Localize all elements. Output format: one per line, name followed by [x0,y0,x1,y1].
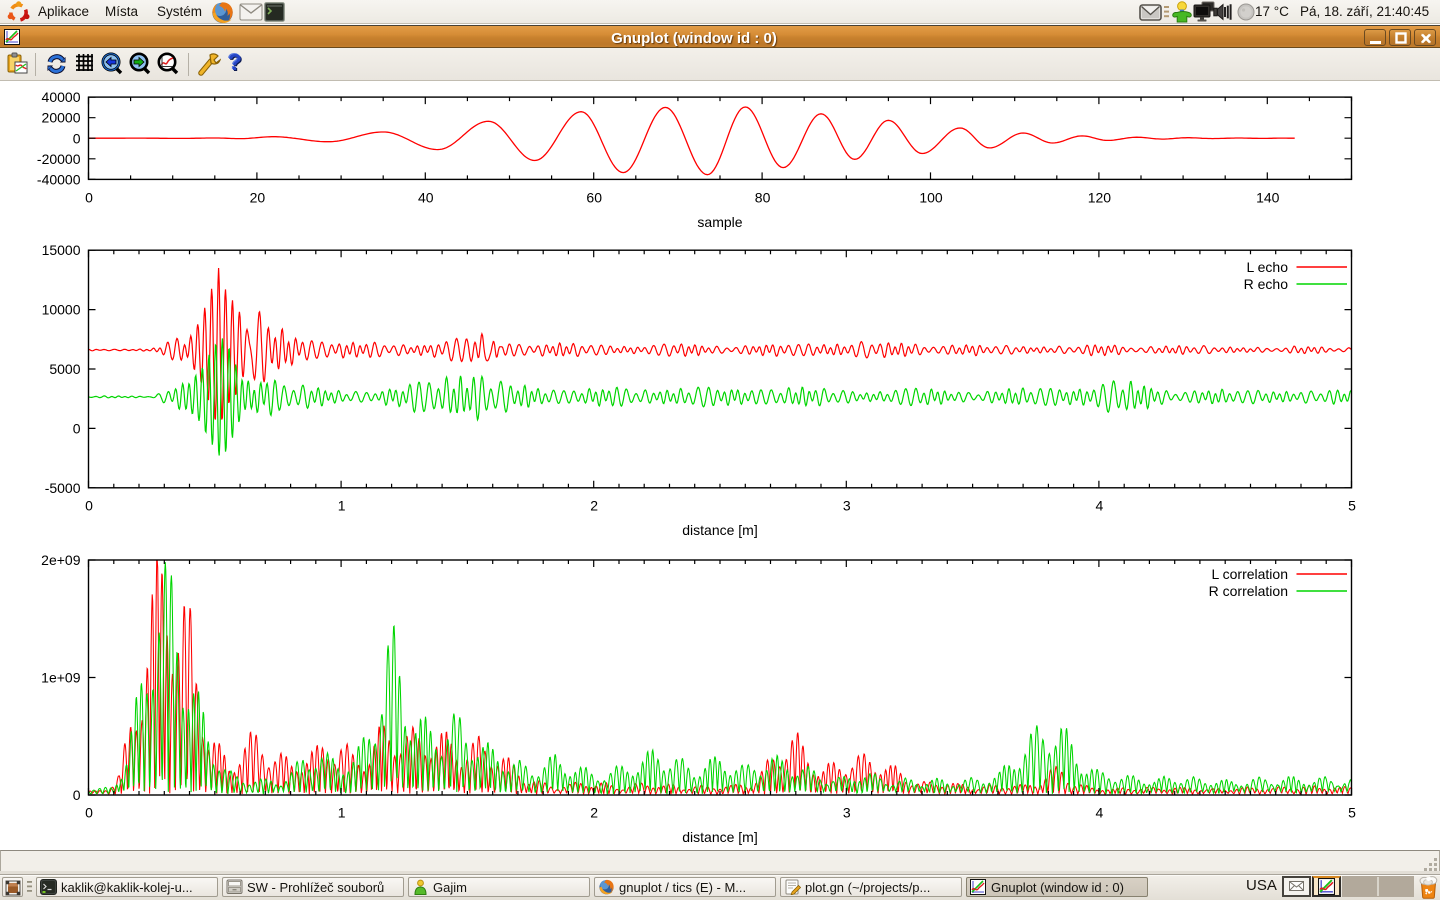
svg-text:20000: 20000 [38,110,81,126]
svg-text:0: 0 [73,130,81,146]
svg-text:3: 3 [843,498,851,514]
svg-text:L correlation: L correlation [1211,566,1288,582]
svg-text:10000: 10000 [42,302,81,318]
svg-text:0: 0 [85,805,93,821]
svg-text:R echo: R echo [1244,276,1289,292]
svg-text:-5000: -5000 [45,480,81,496]
svg-text:distance [m]: distance [m] [682,522,757,538]
svg-text:0: 0 [85,498,93,514]
svg-text:distance [m]: distance [m] [682,829,757,845]
svg-text:2: 2 [590,805,598,821]
svg-text:100: 100 [919,190,943,206]
svg-text:L echo: L echo [1246,259,1288,275]
svg-text:0: 0 [73,787,81,803]
svg-text:15000: 15000 [42,242,81,258]
svg-text:3: 3 [843,805,851,821]
svg-text:-20000: -20000 [37,151,81,167]
svg-text:0: 0 [85,190,93,206]
svg-text:5: 5 [1348,498,1356,514]
svg-text:0: 0 [73,420,81,436]
svg-text:sample: sample [697,214,742,230]
svg-text:60: 60 [586,190,602,206]
svg-text:140: 140 [1256,190,1280,206]
svg-text:5000: 5000 [49,361,80,377]
svg-text:40: 40 [418,190,434,206]
svg-text:R correlation: R correlation [1209,583,1288,599]
svg-text:4: 4 [1096,498,1104,514]
svg-text:120: 120 [1088,190,1112,206]
svg-text:80: 80 [755,190,771,206]
svg-text:40000: 40000 [38,89,81,105]
svg-text:-40000: -40000 [37,171,81,187]
svg-text:1e+09: 1e+09 [41,670,81,686]
svg-text:1: 1 [338,498,346,514]
svg-text:20: 20 [250,190,266,206]
svg-text:2e+09: 2e+09 [41,552,81,568]
svg-text:1: 1 [338,805,346,821]
svg-text:5: 5 [1348,805,1356,821]
svg-text:2: 2 [590,498,598,514]
svg-text:4: 4 [1096,805,1104,821]
